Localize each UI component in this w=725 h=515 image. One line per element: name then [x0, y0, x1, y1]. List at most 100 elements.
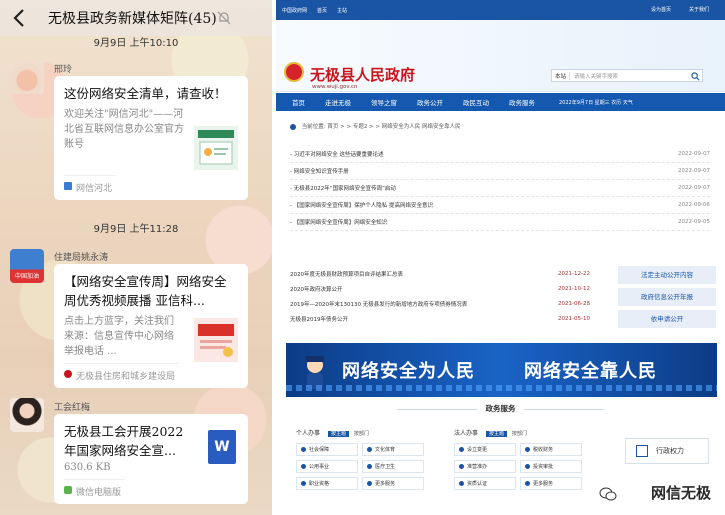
sender-name: 工会红梅	[54, 403, 91, 413]
timestamp: 9月9日 上午11:28	[93, 224, 179, 235]
service-item[interactable]: 医疗卫生	[362, 460, 424, 473]
source-icon	[64, 370, 72, 378]
security-slogan-banner[interactable]: 网络安全为人民 网络安全靠人民	[286, 343, 717, 397]
service-label: 更多服务	[375, 481, 396, 487]
nav-interaction[interactable]: 政民互动	[453, 97, 499, 107]
slogan-left: 网络安全为人民	[342, 361, 475, 382]
list-item[interactable]: - 习近平对网络安全 这些话要重要论述 2022-09-07	[290, 146, 710, 163]
nav-gov-affairs[interactable]: 政务公开	[407, 97, 453, 107]
list-title[interactable]: 无极县2019年债务公开	[290, 315, 348, 323]
budget-list: 2020年度无极县财政预算项目自评结果汇总表 2021-12-22 2020年政府…	[290, 266, 590, 326]
by-department-tab[interactable]: 按部门	[512, 431, 527, 437]
topbar-link[interactable]: 中国政府网	[282, 7, 307, 14]
card-title: 【网络安全宣传周】网络安全周优秀视频展播 亚信科...	[64, 274, 227, 308]
list-title[interactable]: 2020年政府决算公开	[290, 285, 343, 293]
news-date: 2022-09-07	[678, 151, 710, 157]
list-item[interactable]: - 无极县2022年“国家网络安全宣传周”启动 2022-09-07	[290, 180, 710, 197]
apply-disclosure-button[interactable]: 依申请公开	[618, 310, 716, 328]
service-label: 资质认证	[467, 481, 488, 487]
service-label: 准营准办	[467, 464, 488, 470]
service-icon	[301, 447, 306, 452]
news-date: 2022-09-07	[678, 185, 710, 191]
set-homepage-link[interactable]: 设为首页	[651, 6, 671, 13]
list-item[interactable]: - 【国家网络安全宣传周】网络安全知识 2022-09-05	[290, 214, 710, 231]
search-input[interactable]: 本站 请输入关键字搜索	[551, 69, 703, 82]
nav-leaders[interactable]: 领导之窗	[361, 97, 407, 107]
service-item[interactable]: 公用事业	[296, 460, 358, 473]
news-title[interactable]: - 习近平对网络安全 这些话要重要论述	[290, 150, 383, 158]
back-arrow-icon[interactable]	[8, 6, 32, 30]
administrative-power-button[interactable]: 行政权力	[625, 438, 709, 464]
power-button-label: 行政权力	[656, 447, 684, 455]
card-title: 这份网络安全清单，请查收！	[64, 86, 227, 101]
avatar[interactable]	[10, 60, 44, 94]
service-icon	[459, 447, 464, 452]
more-services[interactable]: 更多服务	[520, 477, 582, 490]
national-emblem-icon	[284, 62, 304, 82]
site-name[interactable]: 无极县人民政府	[310, 64, 415, 85]
source-label: 网信河北	[76, 184, 113, 194]
file-message-card[interactable]: 无极县工会开展2022年国家网络安全宣... 630.6 KB W 微信电脑版	[54, 414, 248, 504]
about-us-link[interactable]: 关于我们	[689, 6, 709, 13]
by-department-tab[interactable]: 按部门	[354, 431, 369, 437]
services-heading: 政务服务	[276, 403, 725, 414]
chat-panel: 无极县政务新媒体矩阵(45) 9月9日 上午10:10 邢玲 这份网络安全清单，…	[0, 0, 272, 515]
sender-name: 邢玲	[54, 65, 73, 75]
nav-home[interactable]: 首页	[276, 97, 315, 107]
news-list: - 习近平对网络安全 这些话要重要论述 2022-09-07 - 网络安全知识宣传…	[290, 146, 710, 231]
nav-about[interactable]: 走进无极	[315, 97, 361, 107]
source-icon	[64, 486, 72, 494]
service-item[interactable]: 职业资格	[296, 477, 358, 490]
more-services[interactable]: 更多服务	[362, 477, 424, 490]
service-item[interactable]: 资质认证	[454, 477, 516, 490]
service-item[interactable]: 文化体育	[362, 443, 424, 456]
sender-name: 住建局姚永涛	[54, 253, 109, 263]
news-title[interactable]: - 【国家网络安全宣传周】网络安全知识	[290, 218, 387, 226]
service-item[interactable]: 社会保障	[296, 443, 358, 456]
by-topic-tab[interactable]: 按主题	[485, 431, 507, 437]
service-icon	[367, 464, 372, 469]
avatar[interactable]	[10, 398, 44, 432]
service-label: 社会保障	[309, 447, 330, 453]
service-item[interactable]: 税收财务	[520, 443, 582, 456]
card-source: 微信电脑版	[64, 479, 126, 498]
list-item[interactable]: - 【国家网络安全宣传周】保护个人隐私 提高网络安全意识 2022-09-06	[290, 197, 710, 214]
active-disclosure-button[interactable]: 法定主动公开内容	[618, 266, 716, 284]
annual-report-button[interactable]: 政府信息公开年报	[618, 288, 716, 306]
card-description: 点击上方蓝字，关注我们来源：信息宣传中心网络举报电话 ...	[64, 316, 174, 357]
service-item[interactable]: 设立变更	[454, 443, 516, 456]
list-item[interactable]: 2020年政府决算公开 2021-10-12	[290, 281, 590, 296]
source-icon	[64, 182, 72, 190]
message-card[interactable]: 这份网络安全清单，请查收！ 欢迎关注"网信河北"——河北省互联网信息办公室官方账…	[54, 76, 248, 200]
list-title[interactable]: 2019年—2020年末130130 无极县发行的新增地方政府专项债券情况表	[290, 300, 467, 308]
card-description: 欢迎关注"网信河北"——河北省互联网信息办公室官方账号	[64, 109, 184, 150]
source-label: 微信电脑版	[76, 488, 122, 498]
list-item[interactable]: - 网络安全知识宣传手册 2022-09-07	[290, 163, 710, 180]
search-placeholder: 请输入关键字搜索	[574, 73, 619, 80]
news-title[interactable]: - 网络安全知识宣传手册	[290, 167, 349, 175]
topbar-link[interactable]: 主站	[337, 7, 347, 14]
topbar-link[interactable]: 首页	[317, 7, 327, 14]
by-topic-tab[interactable]: 按主题	[327, 431, 349, 437]
news-title[interactable]: - 无极县2022年“国家网络安全宣传周”启动	[290, 184, 396, 192]
list-item[interactable]: 无极县2019年债务公开 2021-05-10	[290, 311, 590, 326]
service-item[interactable]: 准营准办	[454, 460, 516, 473]
service-item[interactable]: 投资审批	[520, 460, 582, 473]
top-bar: 中国政府网 首页 主站 设为首页 关于我们	[276, 0, 725, 20]
decorative-lines	[286, 385, 717, 391]
search-icon[interactable]	[691, 72, 700, 81]
news-title[interactable]: - 【国家网络安全宣传周】保护个人隐私 提高网络安全意识	[290, 201, 433, 209]
list-title[interactable]: 2020年度无极县财政预算项目自评结果汇总表	[290, 270, 403, 278]
list-item[interactable]: 2020年度无极县财政预算项目自评结果汇总表 2021-12-22	[290, 266, 590, 281]
personal-services: 个人办事 按主题 按部门 社会保障 文化体育 公用事业 医疗卫生 职业资格 更多…	[296, 428, 424, 490]
service-label: 设立变更	[467, 447, 488, 453]
file-name: 无极县工会开展2022年国家网络安全宣...	[64, 424, 184, 458]
nav-services[interactable]: 政务服务	[499, 97, 545, 107]
avatar[interactable]: 中国加油	[10, 249, 44, 283]
search-scope-select[interactable]: 本站	[552, 71, 571, 80]
document-icon	[636, 445, 648, 457]
list-item[interactable]: 2019年—2020年末130130 无极县发行的新增地方政府专项债券情况表 20…	[290, 296, 590, 311]
message-card[interactable]: 【网络安全宣传周】网络安全周优秀视频展播 亚信科... 点击上方蓝字，关注我们来…	[54, 264, 248, 388]
government-website: 中国政府网 首页 主站 设为首页 关于我们 无极县人民政府 www.wuji.g…	[276, 0, 725, 515]
service-icon	[367, 447, 372, 452]
